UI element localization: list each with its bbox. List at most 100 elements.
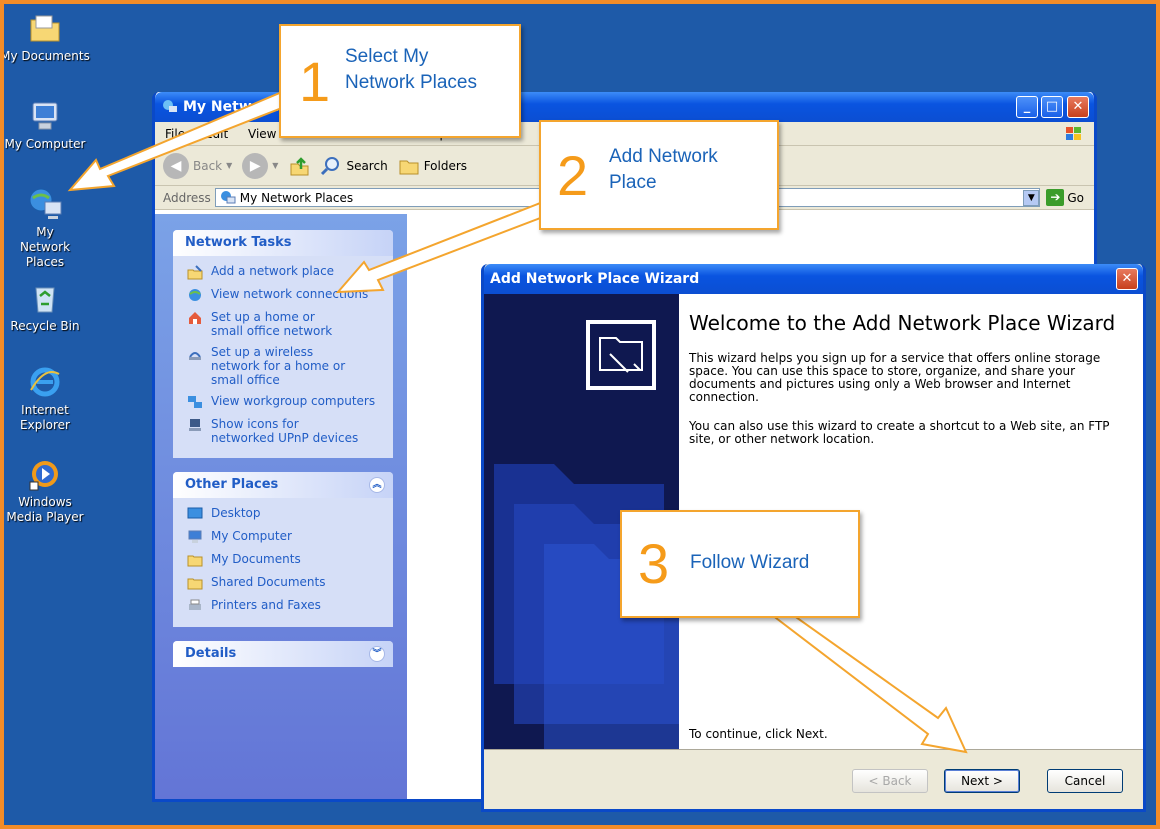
shared-folder-icon	[187, 578, 203, 590]
up-button[interactable]	[288, 155, 310, 177]
menu-file[interactable]: File	[165, 127, 185, 141]
folders-button[interactable]: Folders	[398, 155, 467, 177]
place-desktop[interactable]: Desktop	[187, 506, 383, 522]
task-label: View workgroup computers	[211, 394, 376, 408]
back-label: Back	[193, 158, 223, 173]
go-label: Go	[1067, 190, 1084, 205]
windows-logo-icon	[1066, 127, 1081, 140]
desktop-icon-my-documents[interactable]: My Documents	[4, 10, 90, 64]
folder-up-icon	[290, 156, 309, 175]
address-value: My Network Places	[239, 190, 354, 205]
panel-title: Details	[185, 646, 237, 661]
back-button[interactable]: ◀ Back ▼	[163, 152, 233, 179]
panel-title: Network Tasks	[185, 235, 292, 250]
network-places-icon	[220, 190, 236, 203]
task-show-upnp-devices[interactable]: Show icons for networked UPnP devices	[187, 417, 383, 445]
details-header[interactable]: Details ︾	[173, 641, 393, 667]
other-places-header[interactable]: Other Places ︽	[173, 472, 393, 498]
forward-button[interactable]: ▶ ▼	[242, 152, 279, 179]
address-label: Address	[163, 190, 211, 205]
wizard-titlebar[interactable]: Add Network Place Wizard ✕	[484, 264, 1143, 294]
wizard-continue-text: To continue, click Next.	[689, 727, 828, 741]
close-button[interactable]: ✕	[1116, 268, 1138, 290]
collapse-chevron-icon[interactable]: ︽	[369, 477, 385, 493]
add-network-place-icon	[187, 265, 203, 280]
wizard-title: Add Network Place Wizard	[490, 271, 700, 287]
desktop-icon-label: Recycle Bin	[10, 319, 80, 333]
place-label: My Documents	[211, 552, 301, 566]
callout-text: Add Network Place	[609, 146, 718, 193]
task-label: Show icons for networked UPnP devices	[211, 417, 359, 445]
wizard-paragraph-2: You can also use this wizard to create a…	[689, 419, 1110, 446]
panel-title: Other Places	[185, 477, 279, 492]
wizard-paragraph-1: This wizard helps you sign up for a serv…	[689, 351, 1101, 404]
maximize-button[interactable]: □	[1041, 96, 1063, 118]
printer-icon	[189, 599, 201, 610]
task-view-workgroup-computers[interactable]: View workgroup computers	[187, 394, 383, 410]
back-button[interactable]: < Back	[852, 769, 928, 793]
callout-number: 3	[638, 532, 670, 595]
desktop-icon-label: My Network Places	[19, 225, 71, 269]
other-places-panel: Other Places ︽ Desktop My Computer My Do…	[173, 472, 393, 627]
callout-text: Select My Network Places	[345, 46, 477, 93]
callout-1: 1 Select My Network Places	[279, 24, 521, 138]
chevron-down-icon: ▼	[272, 161, 279, 170]
internet-explorer-icon	[30, 367, 60, 397]
task-view-network-connections[interactable]: View network connections	[187, 287, 383, 303]
next-button[interactable]: Next >	[944, 769, 1020, 793]
home-network-icon	[189, 312, 201, 324]
task-label: Set up a home or small office network	[211, 310, 333, 338]
go-arrow-icon: ➔	[1046, 189, 1065, 206]
search-button[interactable]: Search	[320, 155, 388, 177]
go-button[interactable]: ➔ Go	[1046, 189, 1084, 206]
search-label: Search	[346, 158, 388, 173]
task-setup-wireless-network[interactable]: Set up a wireless network for a home or …	[187, 345, 383, 387]
menu-view[interactable]: View	[248, 127, 276, 141]
desktop-icon-my-network-places[interactable]: My Network Places	[4, 186, 90, 270]
close-button[interactable]: ✕	[1067, 96, 1089, 118]
desktop-icon-windows-media-player[interactable]: Windows Media Player	[4, 456, 90, 525]
menu-edit[interactable]: Edit	[205, 127, 228, 141]
expand-chevron-icon[interactable]: ︾	[369, 646, 385, 662]
wizard-footer: < Back Next > Cancel	[484, 749, 1143, 809]
wizard-heading: Welcome to the Add Network Place Wizard	[689, 311, 1116, 335]
cancel-button[interactable]: Cancel	[1047, 769, 1123, 793]
task-setup-home-network[interactable]: Set up a home or small office network	[187, 310, 383, 338]
callout-number: 1	[299, 50, 331, 113]
place-my-documents[interactable]: My Documents	[187, 552, 383, 568]
minimize-button[interactable]: _	[1016, 96, 1038, 118]
callout-text: Follow Wizard	[690, 552, 810, 573]
computer-icon	[32, 102, 58, 130]
place-label: Shared Documents	[211, 575, 326, 589]
place-my-computer[interactable]: My Computer	[187, 529, 383, 545]
recycle-bin-icon	[35, 287, 55, 313]
desktop-icon-my-computer[interactable]: My Computer	[4, 98, 90, 152]
task-label: Add a network place	[211, 264, 335, 278]
forward-arrow-icon: ▶	[242, 152, 269, 179]
network-places-icon	[29, 188, 62, 219]
upnp-devices-icon	[189, 419, 201, 431]
search-icon	[321, 156, 340, 175]
desktop-icon-label: My Computer	[4, 137, 86, 151]
desktop-icon-internet-explorer[interactable]: Internet Explorer	[4, 364, 90, 433]
desktop-icon-recycle-bin[interactable]: Recycle Bin	[4, 280, 90, 334]
folders-icon	[399, 160, 419, 174]
task-label: Set up a wireless network for a home or …	[211, 345, 346, 387]
back-arrow-icon: ◀	[163, 152, 189, 179]
details-panel: Details ︾	[173, 641, 393, 667]
computer-icon	[188, 530, 202, 543]
callout-3: 3 Follow Wizard	[620, 510, 860, 618]
network-connections-icon	[189, 289, 201, 301]
place-printers-and-faxes[interactable]: Printers and Faxes	[187, 598, 383, 614]
network-tasks-header[interactable]: Network Tasks	[173, 230, 393, 256]
folders-label: Folders	[423, 158, 468, 173]
address-dropdown-icon[interactable]: ▼	[1023, 189, 1040, 206]
media-player-icon	[29, 461, 58, 491]
place-label: My Computer	[211, 529, 292, 543]
wireless-network-icon	[189, 352, 201, 360]
desktop-icon-label: Windows Media Player	[6, 495, 84, 524]
chevron-down-icon: ▼	[226, 161, 233, 170]
place-shared-documents[interactable]: Shared Documents	[187, 575, 383, 591]
task-add-network-place[interactable]: Add a network place	[187, 264, 383, 280]
place-label: Printers and Faxes	[211, 598, 321, 612]
